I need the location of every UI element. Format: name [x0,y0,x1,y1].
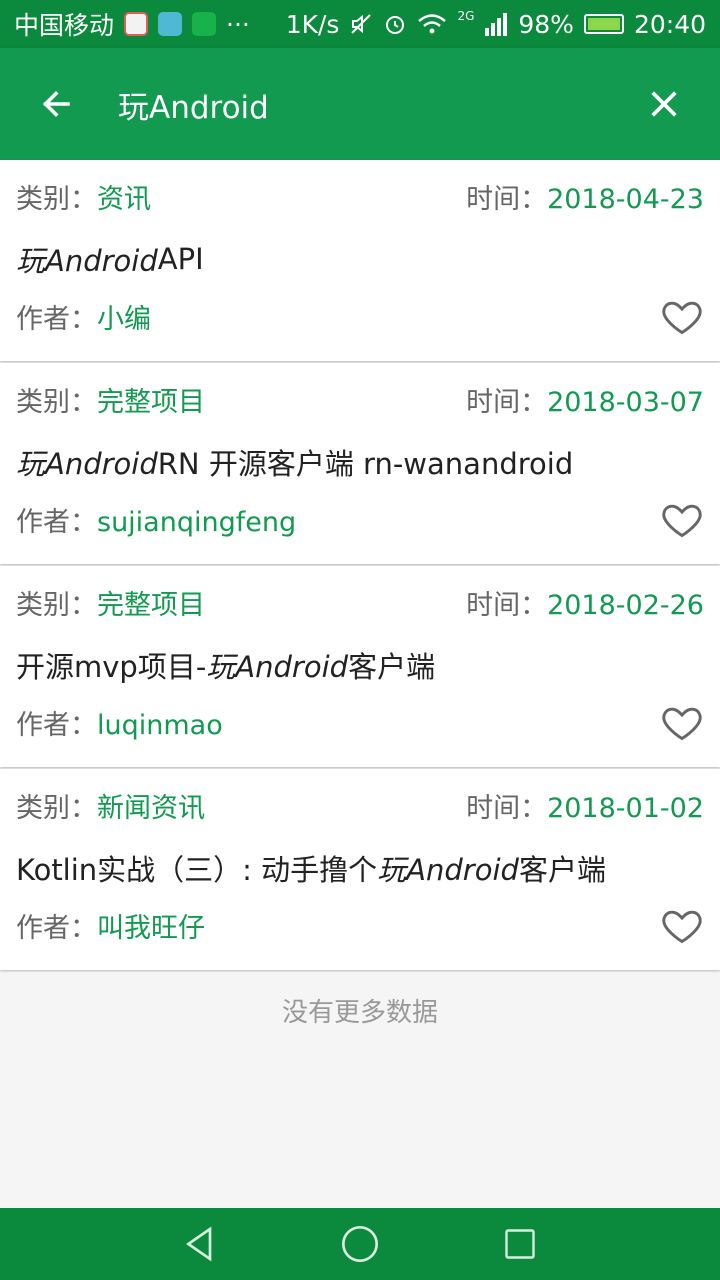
article-card[interactable]: 类别：完整项目 时间：2018-02-26 开源mvp项目- 玩Android 客户… [0,566,720,767]
article-meta: 类别：完整项目 时间：2018-03-07 [16,363,704,435]
title-highlight: 玩Android [206,650,349,684]
article-author-row: 作者：小编 [16,286,704,346]
author-label: 作者： [16,506,97,538]
more-notifications-icon: ··· [226,9,250,39]
title-suffix: RN 开源客户端 rn-wanandroid [157,447,574,481]
category-label: 类别： [16,386,97,418]
battery-percent: 98% [518,9,574,39]
author-value: 叫我旺仔 [97,912,205,944]
time-field: 时间：2018-03-07 [466,380,704,419]
signal-icon [485,13,508,36]
system-navigation-bar [0,1208,720,1280]
article-title: 玩Android API [16,232,704,286]
time-label: 时间： [466,589,548,621]
heart-icon[interactable] [660,294,704,338]
article-title: Kotlin实战（三）: 动手撸个 玩Android 客户端 [16,841,704,895]
status-bar: 中国移动 ··· 1K/s 2G 98% 20:40 [0,0,720,48]
time-field: 时间：2018-04-23 [466,177,704,216]
article-author-row: 作者：sujianqingfeng [16,489,704,549]
category-label: 类别： [16,589,97,621]
wechat-icon [192,12,217,36]
author-label: 作者： [16,709,97,741]
category-value: 完整项目 [97,386,205,418]
nav-back-button[interactable] [178,1222,222,1266]
title-prefix: 开源mvp项目- [16,650,207,684]
arrow-left-icon [42,90,70,118]
category-value: 新闻资讯 [97,792,205,824]
title-highlight: 玩Android [16,447,158,481]
network-speed: 1K/s [285,9,340,39]
title-suffix: 客户端 [348,650,436,684]
category-value: 资讯 [97,183,151,215]
title-prefix: Kotlin实战（三）: 动手撸个 [16,853,378,887]
category-field: 类别：资讯 [16,177,151,216]
author-label: 作者： [16,912,97,944]
no-more-data-label: 没有更多数据 [281,998,438,1028]
article-meta: 类别：资讯 时间：2018-04-23 [16,160,704,232]
heart-icon[interactable] [660,903,704,947]
article-author-row: 作者：叫我旺仔 [16,895,704,955]
title-highlight: 玩Android [16,244,158,278]
status-left: 中国移动 ··· [14,6,250,42]
date-value: 2018-02-26 [547,589,704,621]
article-card[interactable]: 类别：资讯 时间：2018-04-23 玩Android API 作者：小编 [0,160,720,361]
circle-home-icon [342,1226,378,1262]
battery-icon [583,14,624,34]
square-recents-icon [505,1229,535,1259]
date-value: 2018-03-07 [547,386,704,418]
close-button[interactable] [608,48,720,160]
app-toolbar: 玩Android [0,48,720,160]
author-label: 作者： [16,303,97,335]
date-value: 2018-04-23 [547,183,704,215]
article-card[interactable]: 类别：新闻资讯 时间：2018-01-02 Kotlin实战（三）: 动手撸个玩… [0,769,720,970]
author-value: 小编 [97,303,151,335]
article-meta: 类别：完整项目 时间：2018-02-26 [16,566,704,638]
status-right: 1K/s 2G 98% 20:40 [285,9,706,39]
author-field: 作者：小编 [16,297,151,336]
nav-recents-button[interactable] [498,1222,542,1266]
title-suffix: API [157,242,204,276]
category-field: 类别：完整项目 [16,380,205,419]
alarm-icon [386,16,405,34]
time-field: 时间：2018-02-26 [466,583,704,622]
time-label: 时间： [466,386,548,418]
category-field: 类别：完整项目 [16,583,205,622]
article-title: 玩Android RN 开源客户端 rn-wanandroid [16,435,704,489]
category-field: 类别：新闻资讯 [16,786,205,825]
category-value: 完整项目 [97,589,205,621]
author-field: 作者：sujianqingfeng [16,500,296,539]
article-title: 开源mvp项目- 玩Android 客户端 [16,638,704,692]
time-field: 时间：2018-01-02 [466,786,704,825]
triangle-back-icon [185,1226,212,1262]
title-suffix: 客户端 [518,853,606,887]
close-icon [651,91,677,117]
clock: 20:40 [633,9,706,39]
nav-home-button[interactable] [338,1222,382,1266]
time-label: 时间： [466,792,548,824]
article-list: 类别：资讯 时间：2018-04-23 玩Android API 作者：小编 类… [0,160,720,972]
category-label: 类别： [16,183,97,215]
author-value: sujianqingfeng [97,506,297,538]
title-highlight: 玩Android [377,853,519,887]
article-author-row: 作者：luqinmao [16,692,704,752]
author-field: 作者：叫我旺仔 [16,906,205,945]
time-label: 时间： [466,183,548,215]
chart-app-icon [124,12,149,36]
page-title: 玩Android [118,89,269,126]
android-app-icon [158,12,183,36]
article-meta: 类别：新闻资讯 时间：2018-01-02 [16,769,704,841]
author-value: luqinmao [97,709,223,741]
network-type: 2G [457,9,475,23]
heart-icon[interactable] [660,700,704,744]
author-field: 作者：luqinmao [16,703,223,742]
category-label: 类别： [16,792,97,824]
carrier-label: 中国移动 [14,11,115,40]
heart-icon[interactable] [660,497,704,541]
back-button[interactable] [0,48,112,160]
mute-icon [351,14,372,34]
wifi-icon [418,14,447,34]
article-card[interactable]: 类别：完整项目 时间：2018-03-07 玩Android RN 开源客户端 … [0,363,720,564]
date-value: 2018-01-02 [547,792,704,824]
